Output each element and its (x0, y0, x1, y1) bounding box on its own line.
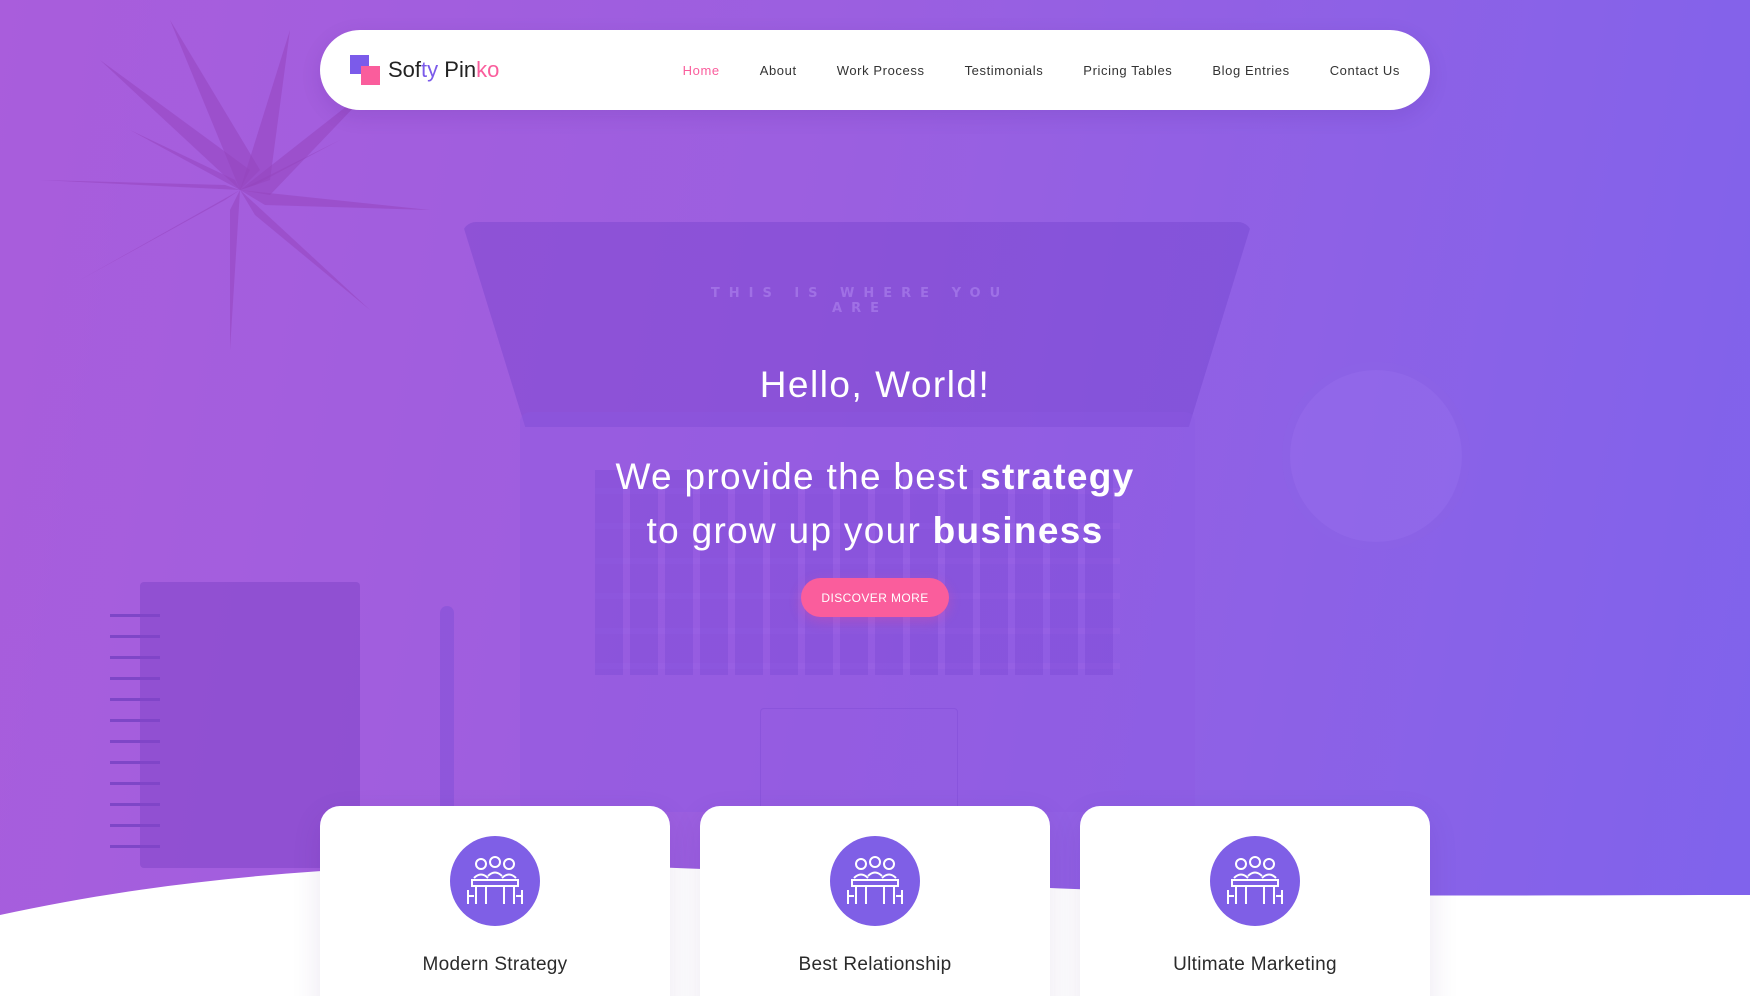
logo-mark-icon (350, 55, 380, 85)
pen-decoration (440, 606, 454, 836)
laptop-screen-text: THIS IS WHERE YOU ARE (710, 286, 1010, 316)
feature-title: Modern Strategy (422, 954, 568, 975)
feature-card[interactable]: Ultimate Marketing (1080, 806, 1430, 996)
team-meeting-icon (1210, 836, 1300, 926)
brand-name: Softy Pinko (388, 57, 500, 82)
nav-item-blog-entries[interactable]: Blog Entries (1212, 63, 1289, 78)
brand-logo[interactable]: Softy Pinko (350, 30, 499, 110)
team-meeting-icon (830, 836, 920, 926)
nav-item-about[interactable]: About (760, 63, 797, 78)
team-meeting-icon (450, 836, 540, 926)
nav-menu: Home About Work Process Testimonials Pri… (643, 30, 1400, 110)
hero-heading: We provide the best strategy to grow up y… (615, 456, 1135, 551)
discover-more-button[interactable]: DISCOVER MORE (801, 578, 949, 617)
nav-item-home[interactable]: Home (683, 63, 720, 78)
nav-item-work-process[interactable]: Work Process (837, 63, 925, 78)
nav-item-contact-us[interactable]: Contact Us (1330, 63, 1400, 78)
hero-section: THIS IS WHERE YOU ARE Softy Pinko Home A… (0, 0, 1750, 996)
nav-item-testimonials[interactable]: Testimonials (965, 63, 1044, 78)
navbar: Softy Pinko Home About Work Process Test… (320, 30, 1430, 110)
feature-card[interactable]: Best Relationship (700, 806, 1050, 996)
feature-card[interactable]: Modern Strategy (320, 806, 670, 996)
feature-title: Ultimate Marketing (1173, 954, 1337, 975)
feature-title: Best Relationship (798, 954, 952, 975)
nav-item-pricing-tables[interactable]: Pricing Tables (1083, 63, 1172, 78)
hero-greeting: Hello, World! (759, 364, 991, 405)
trackpad-decoration (760, 708, 958, 820)
